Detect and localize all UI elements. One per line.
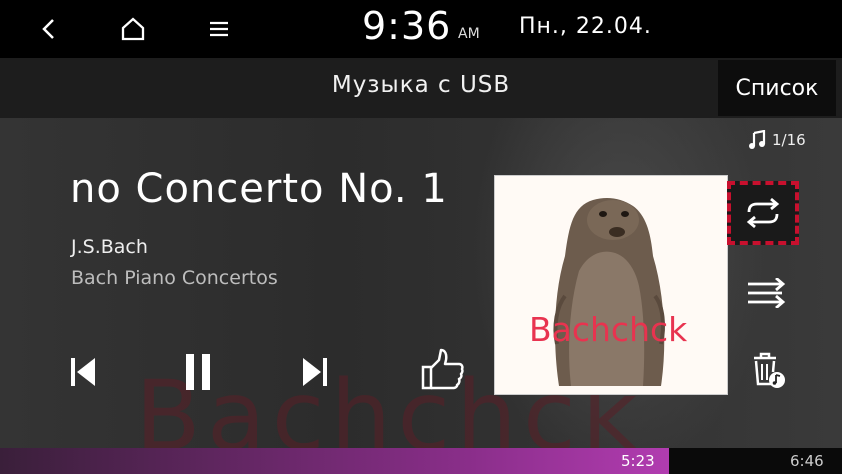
previous-icon xyxy=(71,358,95,386)
album-art-text: Bachchck xyxy=(529,310,688,349)
clock-ampm: AM xyxy=(458,26,480,42)
shuffle-icon xyxy=(748,278,786,308)
clock-date: Пн., 22.04. xyxy=(519,14,652,39)
back-button[interactable] xyxy=(24,6,74,52)
list-button[interactable]: Список xyxy=(718,60,836,116)
pause-button[interactable] xyxy=(172,344,224,400)
progress-bar[interactable]: 5:23 6:46 xyxy=(0,448,842,474)
next-button[interactable] xyxy=(290,344,340,400)
seal-image xyxy=(553,198,665,386)
delete-icon xyxy=(754,352,785,388)
total-time: 6:46 xyxy=(790,452,824,470)
track-title: no Concerto No. 1 xyxy=(70,166,448,212)
repeat-button[interactable] xyxy=(727,181,799,245)
previous-button[interactable] xyxy=(58,344,108,400)
repeat-icon xyxy=(746,198,780,228)
music-note-icon xyxy=(749,130,766,149)
clock-time: 9:36 xyxy=(362,4,452,48)
status-bar: 9:36 AM Пн., 22.04. xyxy=(0,0,842,58)
menu-icon xyxy=(210,21,228,37)
pause-icon xyxy=(186,354,210,390)
track-counter: 1/16 xyxy=(748,130,806,150)
menu-button[interactable] xyxy=(194,6,244,52)
thumbs-up-icon xyxy=(421,348,464,390)
elapsed-time: 5:23 xyxy=(621,452,655,470)
screen-header: Музыка с USB Список xyxy=(0,58,842,118)
album-art: Bachchck xyxy=(494,175,728,395)
progress-fill xyxy=(0,448,669,474)
home-icon xyxy=(121,17,145,41)
home-button[interactable] xyxy=(108,6,158,52)
player-area: Bachchck no Concerto No. 1 J.S.Bach Bach… xyxy=(0,118,842,448)
track-counter-label: 1/16 xyxy=(772,131,806,149)
delete-button[interactable] xyxy=(742,344,794,396)
album-name: Bach Piano Concertos xyxy=(71,267,278,289)
back-icon xyxy=(42,19,54,39)
page-title: Музыка с USB xyxy=(331,72,511,98)
artist-name: J.S.Bach xyxy=(71,236,148,258)
next-icon xyxy=(303,358,327,386)
like-button[interactable] xyxy=(414,340,470,398)
shuffle-button[interactable] xyxy=(738,270,794,316)
